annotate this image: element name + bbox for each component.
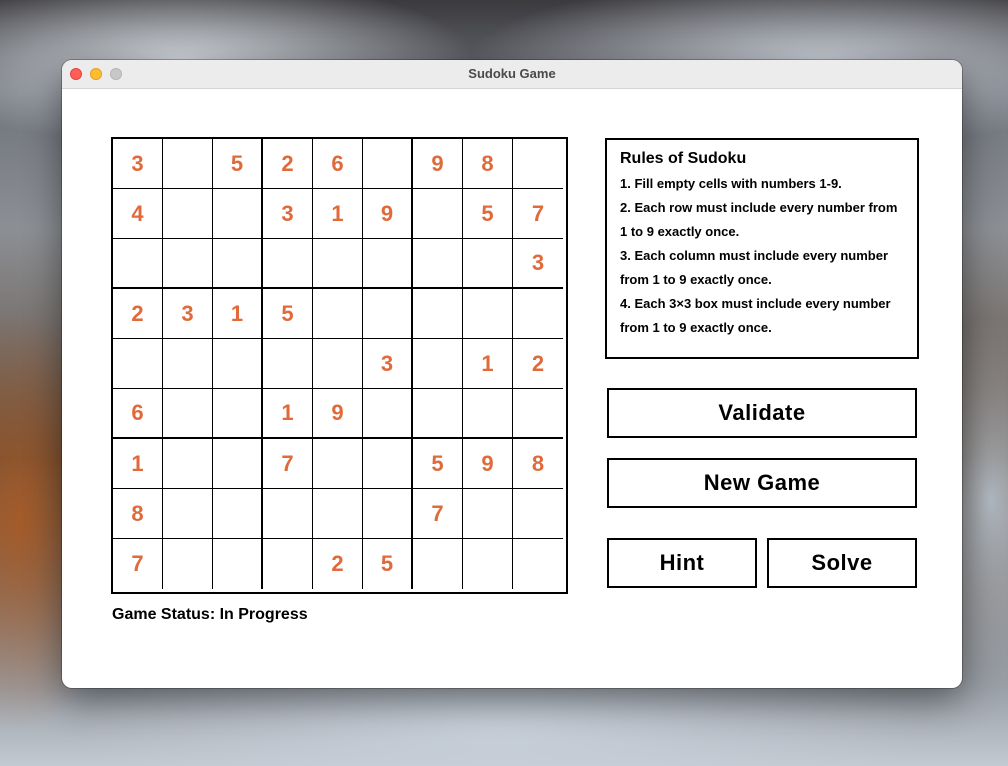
sudoku-cell[interactable]: 9 (313, 389, 363, 439)
sudoku-cell[interactable] (313, 239, 363, 289)
sudoku-cell[interactable] (363, 389, 413, 439)
sudoku-cell[interactable]: 3 (363, 339, 413, 389)
sudoku-cell[interactable] (463, 289, 513, 339)
sudoku-cell[interactable] (113, 339, 163, 389)
sudoku-cell[interactable]: 2 (313, 539, 363, 589)
sudoku-cell[interactable] (313, 439, 363, 489)
sudoku-cell[interactable]: 7 (113, 539, 163, 589)
sudoku-cell[interactable]: 1 (113, 439, 163, 489)
sudoku-cell[interactable]: 5 (363, 539, 413, 589)
new-game-button[interactable]: New Game (607, 458, 917, 508)
sudoku-cell[interactable] (163, 389, 213, 439)
sudoku-cell[interactable]: 8 (113, 489, 163, 539)
sudoku-cell[interactable] (413, 339, 463, 389)
sudoku-cell[interactable]: 5 (213, 139, 263, 189)
sudoku-cell[interactable] (163, 339, 213, 389)
sudoku-cell[interactable] (263, 489, 313, 539)
sudoku-cell[interactable] (363, 489, 413, 539)
rules-title: Rules of Sudoku (620, 150, 747, 167)
sudoku-cell[interactable] (413, 239, 463, 289)
sudoku-cell[interactable]: 8 (463, 139, 513, 189)
sudoku-cell[interactable]: 1 (463, 339, 513, 389)
sudoku-cell[interactable]: 2 (513, 339, 563, 389)
sudoku-cell[interactable]: 1 (213, 289, 263, 339)
sudoku-cell[interactable]: 9 (363, 189, 413, 239)
sudoku-cell[interactable]: 1 (263, 389, 313, 439)
hint-button[interactable]: Hint (607, 538, 757, 588)
sudoku-cell[interactable] (363, 289, 413, 339)
sudoku-cell[interactable] (513, 539, 563, 589)
rule-item: 2. Each row must include every number fr… (620, 200, 898, 239)
sudoku-cell[interactable] (213, 389, 263, 439)
rule-item: 1. Fill empty cells with numbers 1-9. (620, 176, 842, 191)
sudoku-cell[interactable]: 6 (313, 139, 363, 189)
validate-button[interactable]: Validate (607, 388, 917, 438)
sudoku-cell[interactable] (213, 539, 263, 589)
sudoku-cell[interactable]: 5 (413, 439, 463, 489)
sudoku-cell[interactable]: 3 (263, 189, 313, 239)
sudoku-cell[interactable] (213, 239, 263, 289)
sudoku-cell[interactable]: 1 (313, 189, 363, 239)
sudoku-cell[interactable] (313, 339, 363, 389)
sudoku-cell[interactable] (413, 189, 463, 239)
rules-panel: Rules of Sudoku 1. Fill empty cells with… (605, 138, 919, 359)
sudoku-cell[interactable] (213, 439, 263, 489)
sudoku-cell[interactable] (213, 489, 263, 539)
sudoku-cell[interactable]: 9 (413, 139, 463, 189)
sudoku-cell[interactable] (263, 239, 313, 289)
sudoku-cell[interactable]: 4 (113, 189, 163, 239)
sudoku-cell[interactable]: 9 (463, 439, 513, 489)
sudoku-cell[interactable] (163, 539, 213, 589)
sudoku-cell[interactable] (213, 189, 263, 239)
sudoku-cell[interactable] (363, 239, 413, 289)
title-bar: Sudoku Game (62, 60, 962, 89)
sudoku-cell[interactable] (513, 389, 563, 439)
sudoku-cell[interactable] (513, 289, 563, 339)
sudoku-cell[interactable]: 7 (263, 439, 313, 489)
sudoku-cell[interactable]: 2 (263, 139, 313, 189)
sudoku-cell[interactable] (263, 539, 313, 589)
rule-item: 4. Each 3×3 box must include every numbe… (620, 296, 891, 335)
solve-button[interactable]: Solve (767, 538, 917, 588)
sudoku-cell[interactable] (463, 239, 513, 289)
sudoku-cell[interactable] (463, 489, 513, 539)
sudoku-cell[interactable]: 5 (263, 289, 313, 339)
sudoku-cell[interactable] (113, 239, 163, 289)
sudoku-cell[interactable] (213, 339, 263, 389)
sudoku-cell[interactable] (413, 539, 463, 589)
sudoku-cell[interactable] (413, 289, 463, 339)
rule-item: 3. Each column must include every number… (620, 248, 889, 287)
sudoku-board: 352698431957323153126191759887725 (111, 137, 568, 594)
sudoku-cell[interactable]: 2 (113, 289, 163, 339)
sudoku-cell[interactable] (313, 289, 363, 339)
sudoku-cell[interactable] (413, 389, 463, 439)
sudoku-cell[interactable] (313, 489, 363, 539)
sudoku-cell[interactable]: 6 (113, 389, 163, 439)
sudoku-cell[interactable]: 8 (513, 439, 563, 489)
sudoku-cell[interactable] (163, 189, 213, 239)
sudoku-cell[interactable] (163, 439, 213, 489)
sudoku-cell[interactable] (163, 139, 213, 189)
sudoku-cell[interactable] (163, 489, 213, 539)
sudoku-cell[interactable]: 3 (113, 139, 163, 189)
sudoku-cell[interactable] (513, 489, 563, 539)
sudoku-cell[interactable]: 3 (513, 239, 563, 289)
sudoku-cell[interactable]: 5 (463, 189, 513, 239)
sudoku-cell[interactable]: 7 (513, 189, 563, 239)
window-title: Sudoku Game (468, 66, 556, 81)
sudoku-cell[interactable]: 3 (163, 289, 213, 339)
sudoku-cell[interactable] (463, 539, 513, 589)
sudoku-cell[interactable] (363, 139, 413, 189)
sudoku-cell[interactable]: 7 (413, 489, 463, 539)
sudoku-cell[interactable] (463, 389, 513, 439)
game-status: Game Status: In Progress (112, 606, 308, 623)
app-window: Sudoku Game 3526984319573231531261917598… (62, 60, 962, 688)
sudoku-cell[interactable] (513, 139, 563, 189)
sudoku-cell[interactable] (163, 239, 213, 289)
sudoku-cell[interactable] (263, 339, 313, 389)
sudoku-cell[interactable] (363, 439, 413, 489)
